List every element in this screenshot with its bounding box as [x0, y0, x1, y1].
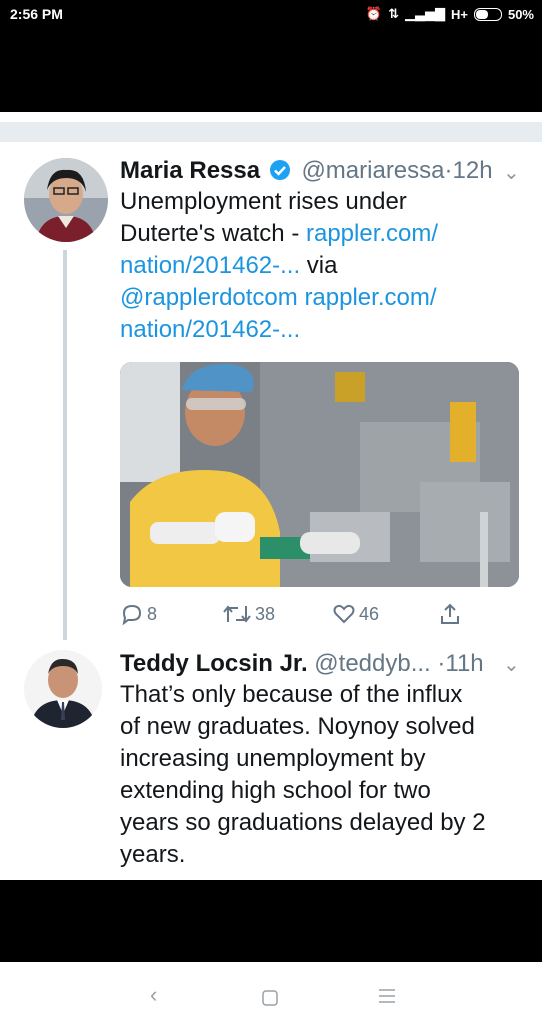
reply-count: 8 [147, 603, 158, 624]
separator-dot: · [444, 157, 453, 184]
share-button[interactable] [438, 602, 462, 626]
share-icon [441, 603, 459, 624]
author-handle[interactable]: @mariaressa [301, 157, 444, 184]
chevron-down-icon[interactable]: ⌄ [503, 160, 520, 185]
data-transfer-icon: ⇅ [388, 6, 399, 21]
alarm-icon: ⏰ [365, 6, 383, 21]
spacer [0, 112, 542, 122]
author-handle[interactable]: @teddyb... [314, 650, 430, 677]
like-button[interactable]: 46 [332, 602, 379, 626]
tweet-text-segment: Duterte's watch - [120, 220, 306, 247]
tweet-line: increasing unemployment by [120, 745, 426, 772]
chevron-down-icon[interactable]: ⌄ [503, 652, 520, 677]
avatar[interactable] [24, 650, 102, 728]
mention-link[interactable]: @rapplerdotcom rappler.com/ [120, 282, 438, 314]
author-name[interactable]: Teddy Locsin Jr. [120, 650, 308, 677]
tweet-text-segment: via [300, 252, 338, 279]
tweet-text: Unemployment rises under Duterte's watch… [120, 186, 438, 346]
thread-line [63, 250, 67, 640]
status-time: 2:56 PM [10, 6, 63, 22]
home-icon[interactable] [262, 986, 278, 1012]
tweet-header: Teddy Locsin Jr. @teddyb... ·11h [120, 650, 484, 678]
menu-icon[interactable] [378, 984, 396, 1010]
bottom-black-bar [0, 880, 542, 962]
timeline-divider [0, 122, 542, 142]
retweet-button[interactable]: 38 [222, 602, 275, 626]
status-icons: ⏰ ⇅ ▁▃▅▇ H+ 50% [366, 6, 534, 22]
reply-icon [122, 604, 142, 626]
tweet-line: of new graduates. Noynoy solved [120, 713, 475, 740]
tweet-header: Maria Ressa @mariaressa·12h [120, 157, 493, 188]
reply-button[interactable]: 8 [120, 602, 157, 626]
network-type: H+ [450, 6, 468, 22]
factory-worker-image [120, 362, 519, 587]
tweet-link[interactable]: rappler.com/ [306, 220, 438, 247]
tweet-line: nation/201462-... via [120, 250, 438, 282]
tweet-link[interactable]: nation/201462-... [120, 252, 300, 279]
like-count: 46 [359, 603, 380, 624]
tweet-line: years. [120, 841, 186, 868]
tweet-media-photo[interactable] [120, 362, 519, 587]
battery-percent: 50% [507, 6, 534, 22]
avatar-image [24, 158, 108, 242]
retweet-icon [223, 605, 251, 623]
battery-icon [473, 7, 502, 21]
tweet-line: That’s only because of the influx [120, 681, 463, 708]
like-icon [333, 604, 355, 624]
retweet-count: 38 [255, 603, 276, 624]
tweet-actions: 8 38 46 [120, 602, 520, 632]
back-icon[interactable]: ‹ [150, 982, 157, 1008]
author-name[interactable]: Maria Ressa [120, 157, 260, 184]
verified-badge-icon [269, 159, 291, 188]
tweet-line: extending high school for two [120, 777, 431, 804]
signal-icon: ▁▃▅▇ [404, 6, 445, 21]
status-bar: 2:56 PM ⏰ ⇅ ▁▃▅▇ H+ 50% [0, 0, 542, 112]
tweet-line: Duterte's watch - rappler.com/ [120, 218, 438, 250]
tweet-time[interactable]: 12h [453, 157, 493, 184]
tweet-line: years so graduations delayed by 2 [120, 809, 486, 836]
tweet-link[interactable]: nation/201462-... [120, 314, 438, 346]
avatar-image [24, 650, 102, 728]
system-nav-bar: ‹ [0, 962, 542, 1024]
avatar[interactable] [24, 158, 108, 242]
tweet-time[interactable]: 11h [445, 650, 483, 677]
tweet-text: That’s only because of the influx of new… [120, 679, 486, 871]
tweet-line: Unemployment rises under [120, 188, 407, 215]
